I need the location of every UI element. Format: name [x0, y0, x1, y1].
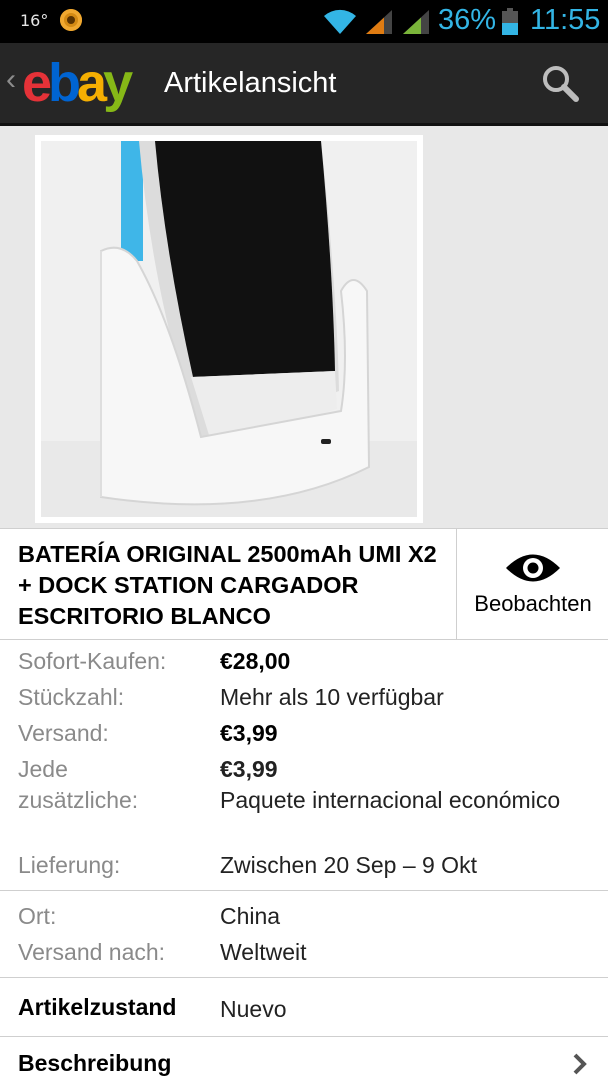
- action-bar: ‹ ebay Artikelansicht: [0, 43, 608, 126]
- back-chevron-icon[interactable]: ‹: [6, 65, 16, 95]
- status-bar: 16° 36% 11:55: [0, 0, 608, 43]
- watch-label: Beobachten: [474, 591, 592, 616]
- wifi-icon: [324, 9, 356, 34]
- notification-app-icon: [60, 9, 82, 31]
- quantity-label: Stückzahl:: [18, 684, 125, 710]
- location-label: Ort:: [18, 903, 57, 929]
- price-label: Sofort-Kaufen:: [18, 648, 167, 674]
- condition-value: Nuevo: [220, 996, 287, 1022]
- delivery-value: Zwischen 20 Sep – 9 Okt: [220, 852, 477, 878]
- eye-icon: [506, 554, 560, 582]
- divider: [0, 890, 608, 891]
- shipping-value: €3,99: [220, 720, 278, 746]
- clock: 11:55: [530, 4, 601, 36]
- page-title: Artikelansicht: [164, 67, 337, 99]
- item-title: BATERÍA ORIGINAL 2500mAh UMI X2 + DOCK S…: [18, 541, 437, 629]
- additional-service: Paquete internacional económico: [220, 787, 561, 813]
- quantity-value: Mehr als 10 verfügbar: [220, 684, 444, 710]
- weather-temperature: 16°: [20, 11, 49, 30]
- additional-value: €3,99 Paquete internacional económico: [220, 754, 590, 816]
- delivery-label: Lieferung:: [18, 852, 121, 878]
- condition-label: Artikelzustand: [18, 994, 177, 1020]
- ships-to-label: Versand nach:: [18, 939, 166, 965]
- chevron-right-icon: [573, 1053, 587, 1075]
- description-row[interactable]: Beschreibung: [0, 1038, 608, 1080]
- battery-icon: [502, 8, 518, 35]
- additional-label-line2: zusätzliche:: [18, 787, 139, 813]
- location-value: China: [220, 903, 281, 929]
- battery-percent: 36%: [438, 4, 497, 36]
- search-icon[interactable]: [538, 61, 582, 105]
- signal-strength-icon: [366, 10, 392, 34]
- ebay-logo[interactable]: ebay: [22, 53, 133, 113]
- item-title-row: BATERÍA ORIGINAL 2500mAh UMI X2 + DOCK S…: [0, 528, 608, 640]
- additional-label-line1: Jede: [18, 756, 68, 782]
- description-label: Beschreibung: [18, 1050, 172, 1076]
- divider: [0, 1036, 608, 1037]
- additional-label: Jede zusätzliche:: [18, 754, 138, 816]
- watch-button[interactable]: Beobachten: [456, 529, 608, 639]
- signal-strength-icon-2: [403, 10, 429, 34]
- shipping-label: Versand:: [18, 720, 109, 746]
- image-gallery: [0, 126, 608, 528]
- product-image-frame[interactable]: [35, 135, 423, 523]
- divider: [0, 977, 608, 978]
- ships-to-value: Weltweit: [220, 939, 307, 965]
- product-image[interactable]: [41, 141, 417, 517]
- additional-price: €3,99: [220, 756, 278, 782]
- price-value: €28,00: [220, 648, 291, 674]
